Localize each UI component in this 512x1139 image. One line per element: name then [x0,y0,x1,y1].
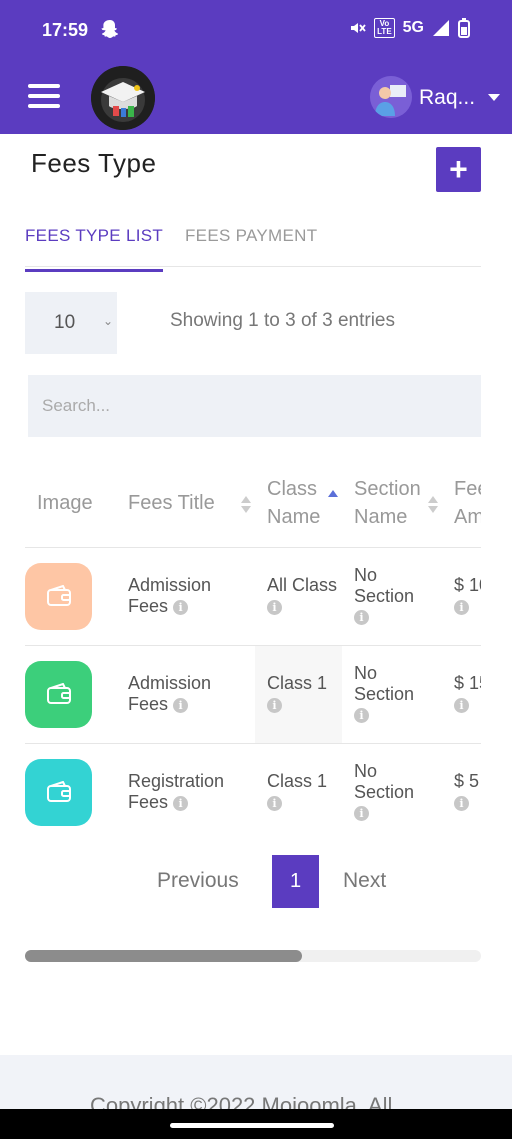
table-row[interactable]: Admission Fees iClass 1 iNo Sectioni$ 15… [25,645,481,744]
info-icon[interactable]: i [267,795,282,811]
info-icon[interactable]: i [454,795,469,811]
info-icon[interactable]: i [454,599,469,615]
network-type: 5G [402,19,424,36]
info-icon[interactable]: i [354,806,369,822]
mute-icon [351,23,366,33]
row-fees-title: Admission Fees i [125,645,255,744]
tabs: FEES TYPE LIST FEES PAYMENT [25,220,481,272]
info-icon[interactable]: i [267,697,282,713]
row-section-name: No Section i [342,645,442,744]
signal-icon [433,20,449,36]
row-fees-amount: $ 100i [442,547,481,646]
row-image-cell [25,743,125,840]
info-icon[interactable]: i [267,599,282,615]
table-row[interactable]: Registration Fees i Class 1 i No Section i $… [25,743,481,840]
previous-page-button[interactable]: Previous [157,869,239,893]
row-class-name: Class 1 i [255,645,342,744]
status-time: 17:59 [42,20,89,40]
tab-fees-payment[interactable]: FEES PAYMENT [185,226,317,246]
page-1-button[interactable]: 1 [272,855,319,908]
scrollbar-thumb[interactable] [25,950,302,962]
row-image-cell [25,645,125,744]
column-header-class-name[interactable]: Class Name [255,460,342,548]
status-indicators: Vo LTE 5G [348,18,470,38]
wallet-icon [25,758,92,826]
user-dropdown-caret-icon[interactable] [488,94,500,101]
user-name[interactable]: Raq... [419,86,475,110]
column-header-image: Image [25,460,125,548]
info-icon[interactable]: i [354,610,369,626]
volte-icon: Vo LTE [374,18,395,38]
pagination: Previous 1 Next [0,855,512,909]
wallet-icon [25,562,92,630]
row-section-name: No Section i [342,743,442,840]
table-row[interactable]: Admission Fees i All Class i No Section i $ … [25,547,481,646]
tab-fees-type-list[interactable]: FEES TYPE LIST [25,226,164,272]
info-icon[interactable]: i [354,708,369,724]
copyright-text: Copyright ©2022 Mojoomla. All [90,1093,393,1109]
table-header-row: Image Fees Title Class Name Section Name… [25,460,481,548]
info-icon[interactable]: i [173,599,189,615]
row-fees-title: Admission Fees i [125,547,255,646]
column-header-fees-amount[interactable]: Fees Amount [442,460,481,548]
search-input[interactable] [28,375,481,437]
chevron-down-icon: ⌄ [103,314,114,328]
graduation-cap-icon [91,66,155,130]
battery-icon [458,18,470,38]
app-header: 17:59 Vo LTE 5G Raq... [0,0,512,134]
info-icon[interactable]: i [173,697,189,713]
row-class-name: Class 1 i [255,743,342,840]
fees-type-table[interactable]: Image Fees Title Class Name Section Name… [25,460,481,840]
home-gesture-bar[interactable] [170,1123,334,1128]
horizontal-scrollbar[interactable] [25,950,481,962]
row-fees-amount: $ 5i [442,743,481,840]
row-image-cell [25,547,125,646]
next-page-button[interactable]: Next [343,869,386,893]
sort-ascending-icon [328,490,338,508]
wallet-icon [25,660,92,728]
row-section-name: No Section i [342,547,442,646]
teacher-avatar-icon [370,76,412,118]
entries-info: Showing 1 to 3 of 3 entries [170,310,395,331]
user-avatar[interactable] [370,76,412,118]
snapchat-icon [101,20,118,38]
page-length-select[interactable]: 10 ⌄ [25,292,117,354]
sort-icon [428,496,438,514]
column-header-section-name[interactable]: Section Name [342,460,442,548]
menu-icon[interactable] [28,84,60,108]
row-class-name: All Class i [255,547,342,646]
add-fees-type-button[interactable]: + [436,147,481,192]
footer: Copyright ©2022 Mojoomla. All [0,1055,512,1109]
row-fees-title: Registration Fees i [125,743,255,840]
info-icon[interactable]: i [173,795,189,811]
page-length-value: 10 [54,312,76,333]
system-nav-bar [0,1109,512,1139]
sort-icon [241,496,251,514]
info-icon[interactable]: i [454,697,469,713]
column-header-fees-title[interactable]: Fees Title [125,460,255,548]
page-title: Fees Type [31,148,157,178]
school-logo[interactable] [91,66,155,130]
row-fees-amount: $ 150i [442,645,481,744]
status-bar: 17:59 Vo LTE 5G [0,0,512,60]
